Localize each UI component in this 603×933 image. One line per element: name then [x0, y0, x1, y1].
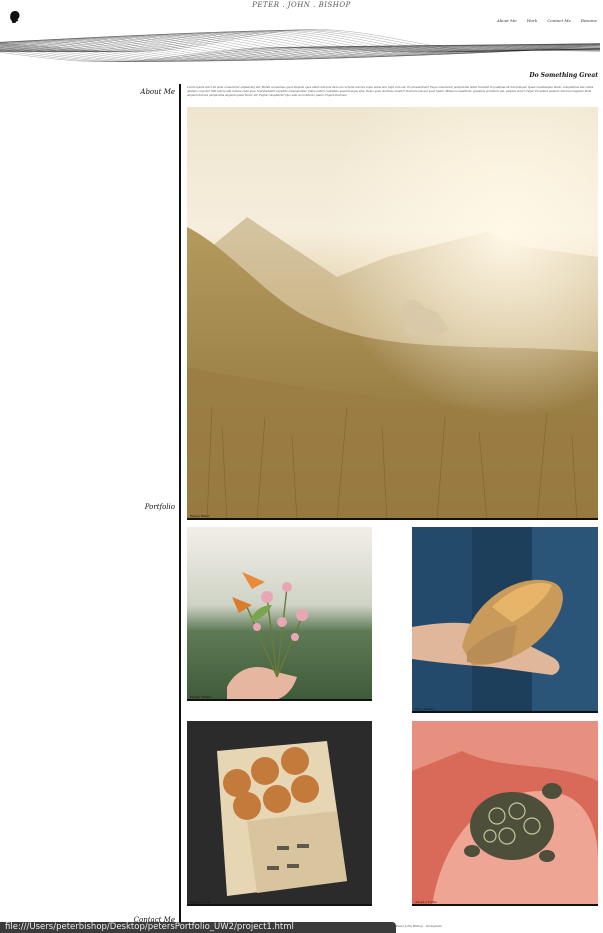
tile-eggs-to-table[interactable]: Eggs to Table — [187, 721, 372, 906]
turtle-photo — [412, 721, 598, 906]
hero-photo[interactable]: Happy Hiker — [187, 107, 598, 520]
site-title: PETER . JOHN . BISHOP — [252, 1, 351, 9]
main-title: Do Something Great — [529, 72, 598, 79]
intro-paragraph: Lorem ipsum dolor sit amet consectetur a… — [187, 86, 594, 97]
nav-resume[interactable]: Resume — [581, 18, 597, 23]
nav-work[interactable]: Work — [527, 18, 538, 23]
nav-contact[interactable]: Contact Me — [547, 18, 571, 23]
eggs-photo — [187, 721, 372, 906]
site-header: PETER . JOHN . BISHOP About Me Work Cont… — [0, 0, 603, 72]
flower-photo — [187, 527, 372, 701]
top-nav: About Me Work Contact Me Resume — [497, 18, 597, 23]
column-divider — [179, 84, 181, 933]
nav-about[interactable]: About Me — [497, 18, 517, 23]
tile-underline — [412, 904, 598, 906]
footer-text: Peter John Bishop · Instagram — [396, 924, 442, 928]
head-silhouette-icon[interactable] — [9, 10, 21, 24]
hiker-landscape-image — [187, 107, 598, 520]
tile-underline — [187, 699, 372, 701]
hero-underline — [187, 518, 598, 520]
tile-eat-a-hotdog[interactable]: Eat a Hotdog — [412, 527, 598, 713]
tile-adopt-a-turtle[interactable]: Adopt a Turtle — [412, 721, 598, 906]
tile-flower-finder[interactable]: Flower Finder — [187, 527, 372, 701]
wave-banner — [0, 29, 601, 62]
browser-status-url: file:///Users/peterbishop/Desktop/peters… — [0, 922, 396, 933]
sidebar-about-heading[interactable]: About Me — [140, 88, 175, 96]
tile-underline — [187, 904, 372, 906]
sidebar-portfolio-heading[interactable]: Portfolio — [145, 503, 175, 511]
tile-underline — [412, 711, 598, 713]
hotdog-photo — [412, 527, 598, 713]
